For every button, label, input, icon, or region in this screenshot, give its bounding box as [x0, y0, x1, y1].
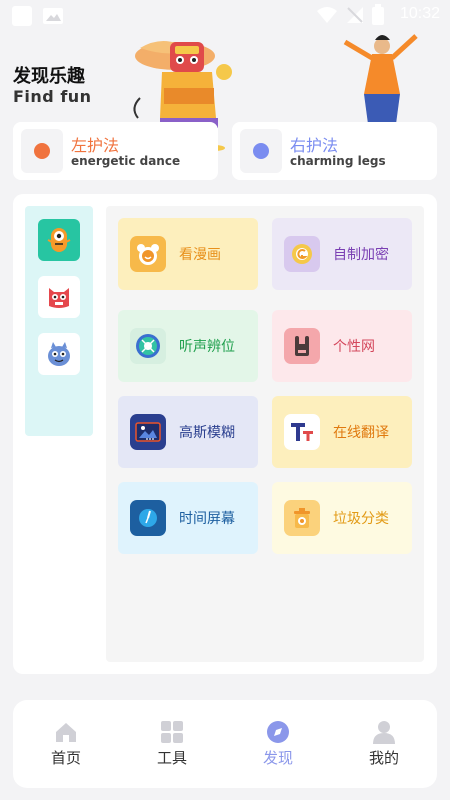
tool-encrypt[interactable]: 自制加密 [272, 218, 412, 290]
gallery-icon [43, 8, 63, 24]
signal-off-icon [347, 7, 363, 23]
sidebar-item-blue-monster[interactable] [38, 333, 80, 375]
tools-grid: 看漫画 自制加密 听声辨位 个性网 高斯模糊 在线翻译 时间屏幕 垃圾分类 [106, 206, 424, 662]
guard-card-left[interactable]: 左护法 energetic dance [13, 122, 218, 180]
tool-personal-net-label: 个性网 [333, 339, 375, 355]
main-panel: 看漫画 自制加密 听声辨位 个性网 高斯模糊 在线翻译 时间屏幕 垃圾分类 [13, 194, 437, 674]
sidebar [25, 206, 93, 436]
home-icon [56, 723, 76, 742]
compass-icon [130, 328, 166, 364]
battery-icon [372, 4, 384, 25]
nav-item-discover[interactable]: 发现 [225, 700, 331, 788]
image-icon [130, 414, 166, 450]
tool-personal-net[interactable]: 个性网 [272, 310, 412, 382]
guard-icon-box [21, 129, 63, 173]
guard-title-right: 右护法 [290, 136, 339, 155]
guard-title-left: 左护法 [71, 136, 120, 155]
page-subtitle: Find fun [13, 87, 92, 106]
translate-icon [284, 414, 320, 450]
tool-comic[interactable]: 看漫画 [118, 218, 258, 290]
tool-sound-locate[interactable]: 听声辨位 [118, 310, 258, 382]
trash-icon [284, 500, 320, 536]
guard-subtitle-left: energetic dance [71, 154, 181, 168]
bottom-nav: 首页 工具 发现 我的 [13, 700, 437, 788]
sidebar-item-orange-monster[interactable] [38, 219, 80, 261]
tool-comic-label: 看漫画 [179, 247, 221, 263]
tool-sound-locate-label: 听声辨位 [179, 339, 235, 355]
compass-icon [267, 721, 289, 743]
grid-icon [161, 721, 183, 743]
tool-trash-sort[interactable]: 垃圾分类 [272, 482, 412, 554]
nav-label-home: 首页 [50, 749, 81, 767]
user-icon [373, 721, 395, 744]
encrypt-icon [284, 236, 320, 272]
sidebar-item-red-monster[interactable] [38, 276, 80, 318]
red-monster-icon [49, 288, 69, 308]
rock-hand-icon [284, 328, 320, 364]
guard-subtitle-right: charming legs [290, 154, 386, 168]
tool-trash-sort-label: 垃圾分类 [333, 511, 389, 527]
bear-icon [130, 236, 166, 272]
orange-dot-icon [34, 143, 50, 159]
tool-translate[interactable]: 在线翻译 [272, 396, 412, 468]
notification-icon [12, 6, 32, 26]
nav-item-mine[interactable]: 我的 [331, 700, 437, 788]
status-time: 10:32 [399, 5, 440, 22]
tool-gaussian-blur-label: 高斯模糊 [179, 425, 235, 441]
guard-icon-box [240, 129, 282, 173]
nav-label-discover: 发现 [262, 749, 293, 767]
status-bar: 10:32 [0, 0, 450, 30]
tool-encrypt-label: 自制加密 [333, 247, 389, 263]
clock-icon [130, 500, 166, 536]
page-title: 发现乐趣 [13, 66, 85, 87]
nav-label-tools: 工具 [156, 749, 187, 767]
nav-item-home[interactable]: 首页 [13, 700, 119, 788]
nav-label-mine: 我的 [368, 749, 399, 767]
blue-dot-icon [253, 143, 269, 159]
tool-time-screen[interactable]: 时间屏幕 [118, 482, 258, 554]
tool-time-screen-label: 时间屏幕 [179, 511, 235, 527]
guard-card-right[interactable]: 右护法 charming legs [232, 122, 437, 180]
blue-monster-icon [48, 342, 70, 366]
tool-gaussian-blur[interactable]: 高斯模糊 [118, 396, 258, 468]
tool-translate-label: 在线翻译 [333, 425, 389, 441]
wifi-icon [317, 7, 337, 23]
orange-monster-icon [47, 228, 71, 252]
nav-item-tools[interactable]: 工具 [119, 700, 225, 788]
